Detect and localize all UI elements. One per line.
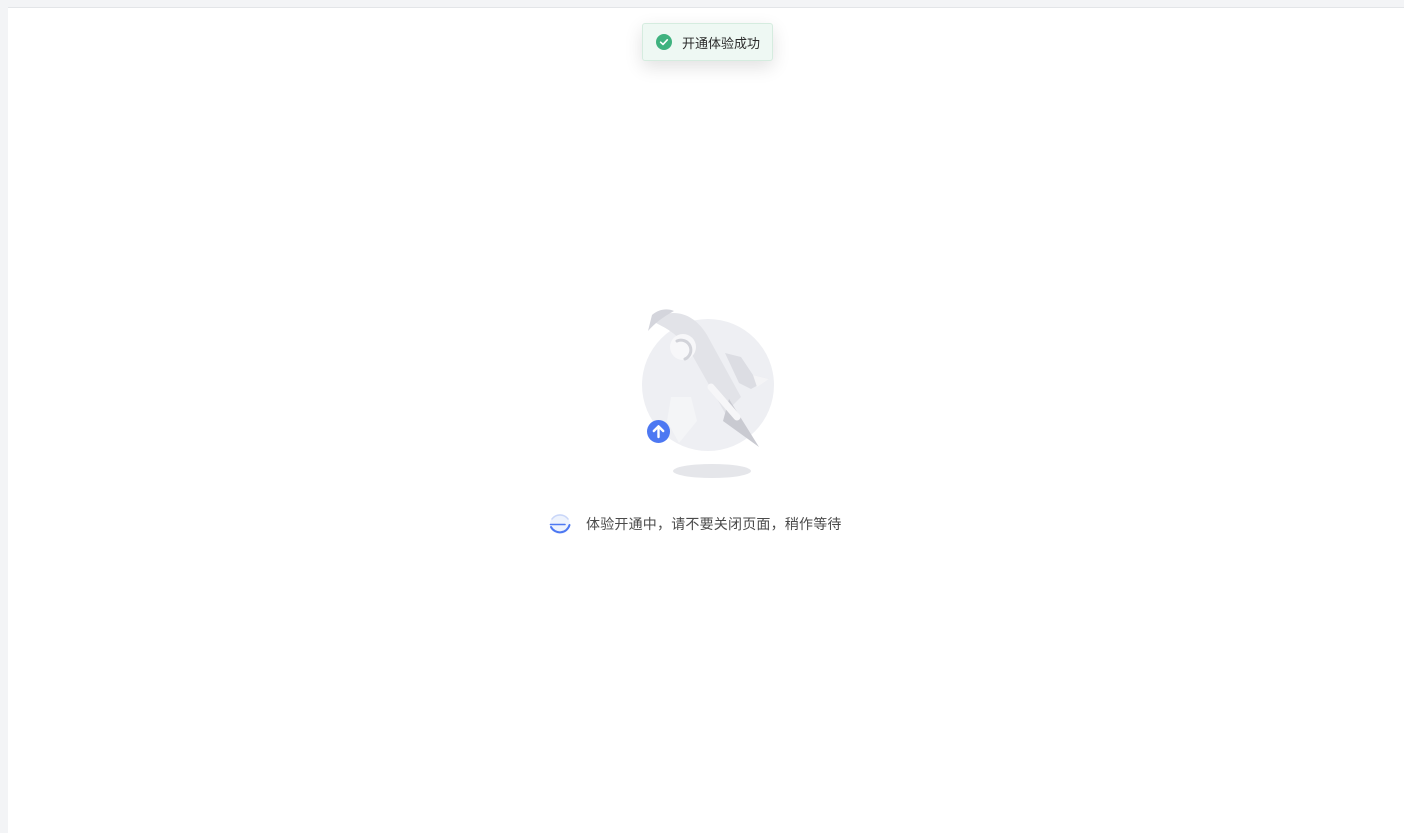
check-circle-icon bbox=[656, 34, 672, 50]
toast-message: 开通体验成功 bbox=[682, 36, 761, 52]
upload-arrow-icon bbox=[647, 420, 670, 443]
loading-message: 体验开通中，请不要关闭页面，稍作等待 bbox=[586, 517, 842, 533]
spinner-icon bbox=[548, 512, 572, 536]
loading-status: 体验开通中，请不要关闭页面，稍作等待 bbox=[548, 511, 842, 537]
rocket-illustration bbox=[641, 305, 777, 481]
success-toast: 开通体验成功 bbox=[642, 23, 774, 61]
